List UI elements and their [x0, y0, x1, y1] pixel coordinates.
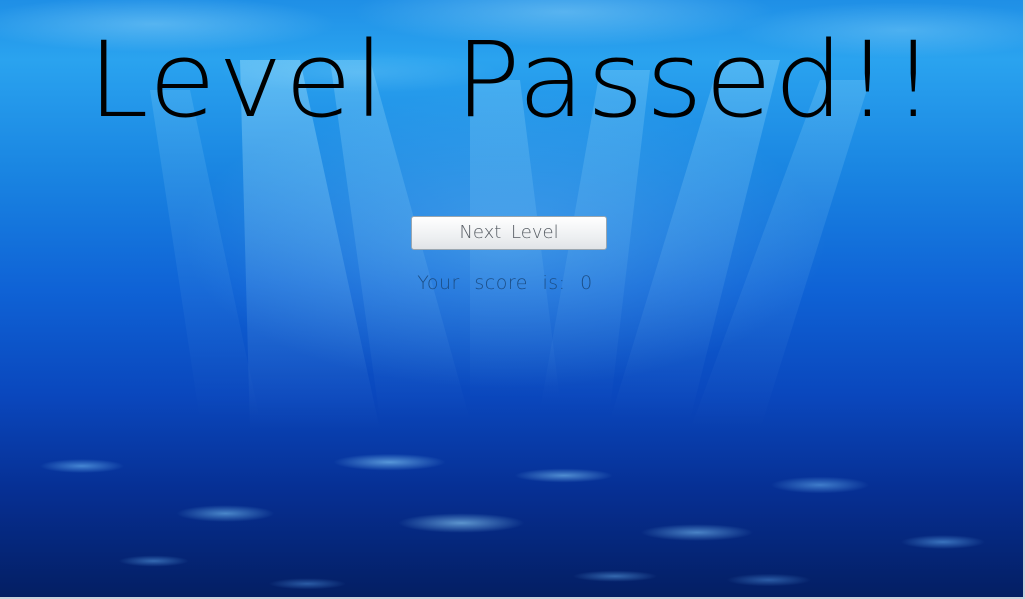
seabed	[0, 409, 1025, 599]
game-screen: Level Passed!! Next Level Your score is:…	[0, 0, 1025, 599]
next-level-button[interactable]: Next Level	[411, 216, 607, 250]
score-label: Your score is:	[417, 272, 566, 294]
score-display: Your score is: 0	[0, 272, 1010, 294]
level-passed-title: Level Passed!!	[87, 19, 938, 141]
score-value: 0	[580, 272, 593, 294]
